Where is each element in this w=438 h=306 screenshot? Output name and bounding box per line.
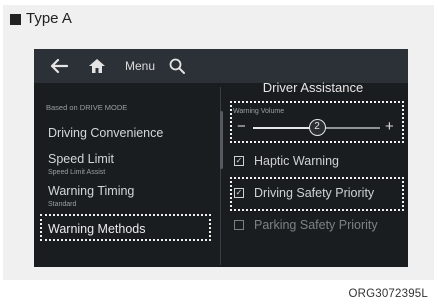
menu-item-warning-timing[interactable]: Warning Timing [48, 184, 134, 199]
option-label: Haptic Warning [254, 154, 339, 168]
menu-item-driving-convenience[interactable]: Driving Convenience [48, 126, 163, 141]
home-icon[interactable] [82, 49, 112, 83]
type-marker-square [10, 14, 21, 25]
option-label: Parking Safety Priority [254, 218, 378, 232]
scrollbar[interactable] [220, 111, 223, 169]
back-arrow-icon[interactable] [44, 49, 74, 83]
option-haptic-warning[interactable]: ✓ Haptic Warning [234, 153, 339, 169]
drive-mode-caption: Based on DRIVE MODE [46, 103, 128, 112]
menu-item-warning-timing-value: Standard [48, 201, 77, 208]
back-arrow-icon-glyph [50, 59, 68, 73]
figure-frame: Type A Menu Driver Assistance Based on D… [0, 0, 438, 306]
option-parking-safety-priority[interactable]: Parking Safety Priority [234, 217, 378, 233]
menu-button[interactable]: Menu [120, 49, 160, 83]
infotainment-screen: Menu Driver Assistance Based on DRIVE MO… [34, 49, 408, 267]
home-icon-glyph [89, 59, 105, 73]
menu-item-speed-limit-value: Speed Limit Assist [48, 169, 106, 176]
search-icon-glyph [169, 58, 185, 74]
highlight-warning-methods [40, 214, 211, 241]
figure-reference-code: ORG3072395L [348, 288, 428, 300]
highlight-warning-volume [230, 101, 404, 143]
panel-title: Driver Assistance [262, 80, 364, 95]
search-icon[interactable] [162, 49, 192, 83]
checkbox-haptic-warning[interactable]: ✓ [234, 156, 244, 166]
menu-item-speed-limit[interactable]: Speed Limit [48, 152, 114, 167]
highlight-driving-safety-priority [230, 177, 404, 211]
checkbox-parking-safety-priority[interactable] [234, 220, 244, 230]
top-bar: Menu [34, 49, 408, 83]
type-label: Type A [26, 10, 72, 27]
